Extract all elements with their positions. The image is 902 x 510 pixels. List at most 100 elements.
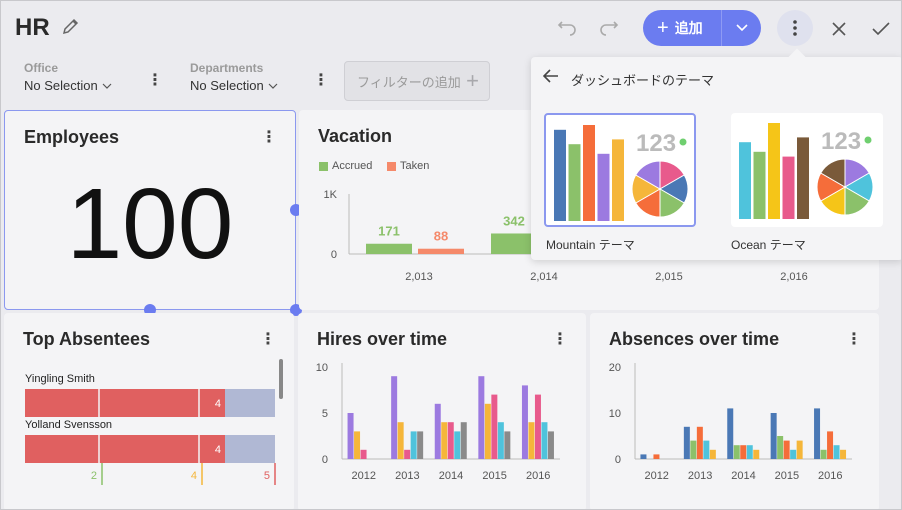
bar <box>528 422 535 459</box>
bar <box>504 431 511 459</box>
theme-mountain-card[interactable]: 123 <box>544 113 696 227</box>
bar <box>814 408 821 459</box>
bar <box>796 440 803 459</box>
bar <box>703 440 710 459</box>
y-tick-label: 0 <box>322 454 328 466</box>
redo-icon[interactable] <box>595 15 623 43</box>
bar <box>733 445 740 459</box>
add-label: 追加 <box>674 20 703 36</box>
theme-bar <box>782 156 795 219</box>
absences-card[interactable]: Absences over time ⋮ 20 10 0 2012 2013 2014 20… <box>590 313 879 509</box>
legend-accrued: Accrued <box>319 160 372 172</box>
header: HR + 追加 <box>1 1 901 57</box>
more-options-button[interactable] <box>777 10 813 46</box>
data-label: 88 <box>434 229 448 244</box>
card-title: Top Absentees <box>23 329 151 349</box>
back-arrow-icon[interactable] <box>542 69 559 88</box>
hires-chart: 10 5 0 2012 2013 2014 2015 2016 <box>316 362 560 482</box>
x-tick-label: 2013 <box>688 470 712 482</box>
chevron-down-icon <box>268 83 278 89</box>
office-filter[interactable]: Office No Selection <box>24 61 112 93</box>
scrollbar[interactable] <box>279 359 283 399</box>
x-tick-label: 2,016 <box>780 271 808 283</box>
card-menu-icon[interactable]: ⋮ <box>846 329 862 349</box>
scale-tick-label: 5 <box>264 470 270 482</box>
y-tick-label: 0 <box>331 249 337 261</box>
absentee-bar <box>25 435 225 463</box>
top-absentees-card[interactable]: Top Absentees ⋮ Yingling Smith 4 Yolland S… <box>4 313 294 509</box>
office-filter-value: No Selection <box>24 78 98 93</box>
bar <box>460 422 467 459</box>
theme-popover-title: ダッシュボードのテーマ <box>571 73 715 88</box>
bar <box>696 426 703 459</box>
x-tick-label: 2014 <box>731 470 755 482</box>
chevron-down-icon[interactable] <box>722 10 761 46</box>
hires-card[interactable]: Hires over time ⋮ 10 5 0 2012 2013 2014 2015 20… <box>298 313 586 509</box>
chevron-down-icon <box>102 83 112 89</box>
y-tick-label: 1K <box>324 189 338 201</box>
theme-mountain-label: Mountain テーマ <box>546 238 635 252</box>
theme-mountain-preview: 123 <box>554 125 689 221</box>
card-title: Vacation <box>318 126 393 146</box>
close-icon[interactable] <box>825 15 853 43</box>
theme-bar <box>554 129 566 221</box>
bar <box>653 454 660 459</box>
bar <box>740 445 747 459</box>
plus-icon: + <box>466 68 479 93</box>
bar <box>404 449 411 459</box>
x-tick-label: 2014 <box>439 470 463 482</box>
check-icon[interactable] <box>867 15 895 43</box>
departments-filter[interactable]: Departments No Selection <box>190 61 278 93</box>
x-tick-label: 2,013 <box>405 271 433 283</box>
bar <box>541 422 548 459</box>
dashboard-title: HR <box>15 14 50 41</box>
absentee-bar-remainder <box>225 389 275 417</box>
add-filter-label: フィルターの追加 <box>357 74 461 90</box>
plus-icon: + <box>657 17 669 39</box>
card-menu-icon[interactable]: ⋮ <box>260 329 276 349</box>
x-tick-label: 2012 <box>352 470 376 482</box>
bar <box>521 385 528 459</box>
data-label: 171 <box>378 224 400 239</box>
card-menu-icon[interactable]: ⋮ <box>552 329 568 349</box>
add-button[interactable]: + 追加 <box>643 10 761 46</box>
undo-icon[interactable] <box>553 15 581 43</box>
absentee-bar <box>25 389 225 417</box>
legend-swatch <box>319 161 328 171</box>
employees-card[interactable]: Employees ⋮ 100 <box>4 110 296 310</box>
x-tick-label: 2015 <box>482 470 506 482</box>
x-tick-label: 2,015 <box>655 271 683 283</box>
add-filter-button[interactable]: フィルターの追加 + <box>344 61 490 101</box>
scale-tick-label: 2 <box>91 470 97 482</box>
edit-title-icon[interactable] <box>61 17 81 37</box>
card-title: Hires over time <box>317 329 448 349</box>
employees-value: 100 <box>66 168 234 280</box>
x-tick-label: 2012 <box>644 470 668 482</box>
theme-popover: ダッシュボードのテーマ 123 Mountain テーマ 123 Ocean テ… <box>531 48 901 260</box>
x-tick-label: 2015 <box>775 470 799 482</box>
dashboard-window: HR + 追加 Office No Selection ⋮ Department… <box>0 0 902 510</box>
bar <box>447 422 454 459</box>
bar <box>484 403 491 459</box>
bar-value-label: 4 <box>215 398 221 410</box>
bar <box>478 376 485 459</box>
theme-ocean-label: Ocean テーマ <box>731 238 806 252</box>
bar <box>640 454 647 459</box>
absentee-name: Yolland Svensson <box>25 419 112 431</box>
card-menu-icon[interactable]: ⋮ <box>261 127 277 147</box>
theme-number: 123 <box>821 128 861 155</box>
absentee-bar-remainder <box>225 435 275 463</box>
bar <box>770 413 777 459</box>
office-filter-menu-icon[interactable]: ⋮ <box>147 73 163 89</box>
theme-bar <box>568 144 581 221</box>
bar <box>840 449 847 459</box>
x-tick-label: 2016 <box>818 470 842 482</box>
add-main[interactable]: + 追加 <box>643 10 721 46</box>
bar <box>833 445 840 459</box>
bar <box>709 449 716 459</box>
bar <box>820 449 827 459</box>
y-tick-label: 0 <box>615 454 621 466</box>
bar <box>683 426 690 459</box>
departments-filter-menu-icon[interactable]: ⋮ <box>313 73 329 89</box>
theme-ocean-card[interactable]: 123 <box>731 113 883 227</box>
